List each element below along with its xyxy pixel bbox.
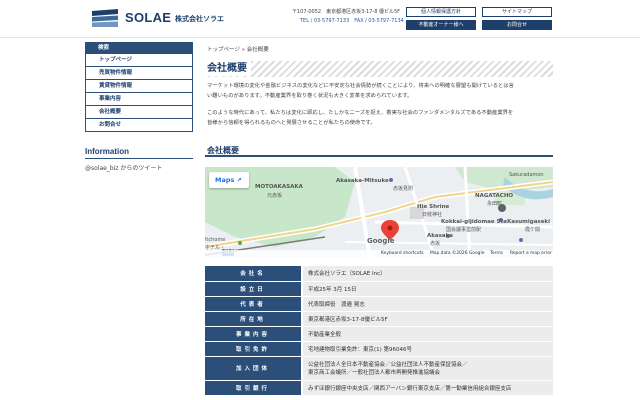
keyboard-shortcuts-link[interactable]: Keyboard shortcuts: [381, 250, 424, 258]
table-row: 代表者 代表取締役 渡邉 晃志: [205, 296, 553, 312]
open-in-maps-button[interactable]: Maps ↗: [209, 172, 249, 188]
twitter-feed-link[interactable]: @solae_biz からのツイート: [85, 163, 162, 172]
map-label-motoakasaka: MOTOAKASAKA: [255, 184, 303, 190]
sidebar-item-company[interactable]: 会社概要: [85, 106, 193, 119]
map-label-kasumigaseki-jp: 霞ケ関: [525, 227, 541, 233]
intro-paragraph-1-line-2: い難いものがあります。不動産業界を取り巻く状況も大きく変革を求められています。: [207, 92, 413, 99]
terms-link[interactable]: Terms: [490, 250, 503, 258]
privacy-policy-button[interactable]: 個人情報保護方針: [406, 7, 476, 17]
map-label-nagatacho: NAGATACHO: [475, 193, 514, 199]
row-key: 加入団体: [205, 356, 302, 381]
google-logo[interactable]: Google: [367, 237, 395, 245]
maps-button-label: Maps: [215, 176, 235, 184]
row-value: 不動産業全般: [301, 326, 553, 342]
sidebar-item-contact[interactable]: お問合せ: [85, 119, 193, 132]
map-label-hotel: ltchome: [205, 237, 226, 243]
table-row: 所在地 東京都港区赤坂3-17-8優ビル5F: [205, 311, 553, 327]
map-label-kokkai-jp: 国会議事堂前駅: [446, 227, 482, 233]
row-key: 設立日: [205, 281, 302, 297]
row-key: 事業内容: [205, 326, 302, 342]
station-icon-left[interactable]: [238, 241, 242, 245]
table-row: 取引銀行 みずほ銀行銀座中央支店／関西アーバン銀行東京支店／第一勧業信用組合銀座…: [205, 380, 553, 396]
map-label-akasaka-mitsuke-jp: 赤坂見附: [393, 186, 414, 192]
company-address: 〒107-0052 東京都港区赤坂3-17-8 優ビル5F: [292, 9, 401, 15]
page-title-bar: 会社概要: [205, 61, 553, 77]
breadcrumb[interactable]: トップページ » 会社概要: [207, 45, 269, 53]
row-key: 取引免許: [205, 341, 302, 357]
row-value: 代表取締役 渡邉 晃志: [301, 296, 553, 312]
owner-button[interactable]: 不動産オーナー様へ: [406, 20, 476, 30]
map-label-kokkai: Kokkai-gijidomae Sta.: [441, 219, 509, 225]
map-attribution-bar: Keyboard shortcuts Map data ©2026 Google…: [205, 250, 553, 258]
map-label-motoakasaka-jp: 元赤坂: [267, 193, 283, 199]
map-label-sakuradamon: Sakuradamon: [509, 172, 544, 178]
row-value: みずほ銀行銀座中央支店／関西アーバン銀行東京支店／第一勧業信用組合銀座支店: [301, 380, 553, 396]
sidebar-item-business[interactable]: 事業内容: [85, 93, 193, 106]
information-heading: Information: [85, 147, 129, 156]
map-label-nagatacho-jp: 永田町: [487, 201, 503, 207]
map-label-akasaka: Akasaka: [427, 233, 453, 239]
brand-name-jp[interactable]: 株式会社ソラエ: [175, 14, 224, 24]
section-divider: [205, 155, 553, 157]
row-key: 会社名: [205, 266, 302, 282]
brand-name[interactable]: SOLAE: [125, 10, 171, 25]
row-key: 所在地: [205, 311, 302, 327]
table-row: 設立日 平成25年 3月 15日: [205, 281, 553, 297]
row-key: 取引銀行: [205, 380, 302, 396]
map-label-akasaka-mitsuke: Akasaka-Mitsuke: [336, 178, 389, 184]
site-header: SOLAE 株式会社ソラエ 〒107-0052 東京都港区赤坂3-17-8 優ビ…: [0, 0, 640, 38]
map-label-hie-shrine-jp: 日枝神社: [422, 212, 443, 218]
row-value: 公益社団法人全日本不動産協会／公益社団法人不動産保証協会／ 東京商工会議所／一般…: [301, 356, 553, 381]
intro-paragraph-2-line-1: このような時代にあって、私たちは変化に即応し、たしかなニーズを捉え、着実な社会の…: [207, 110, 514, 116]
row-value: 宅地建物取引業免許：東京(1) 第96046号: [301, 341, 553, 357]
table-row: 会社名 株式会社ソラエ（SOLAE Inc）: [205, 266, 553, 282]
map-label-hie-shrine: Hie Shrine: [417, 204, 450, 210]
row-value: 株式会社ソラエ（SOLAE Inc）: [301, 266, 553, 282]
sitemap-button[interactable]: サイトマップ: [482, 7, 552, 17]
row-value: 東京都港区赤坂3-17-8優ビル5F: [301, 311, 553, 327]
sidebar-item-top[interactable]: トップページ: [85, 54, 193, 67]
intro-paragraph-1: マーケット環境の変化や金融ビジネスの変化などに不安定な社会情勢が続くことにより、…: [207, 82, 557, 101]
solae-logo-icon[interactable]: [92, 9, 118, 27]
intro-paragraph-2: このような時代にあって、私たちは変化に即応し、たしかなニーズを捉え、着実な社会の…: [207, 109, 557, 128]
row-key: 代表者: [205, 296, 302, 312]
intro-paragraph-1-line-1: マーケット環境の変化や金融ビジネスの変化などに不安定な社会情勢が続くことにより、…: [207, 83, 514, 89]
sidebar-item-rent[interactable]: 賃貸物件情報: [85, 80, 193, 93]
report-map-error-link[interactable]: Report a map error: [510, 250, 552, 258]
contact-button[interactable]: お問合せ: [482, 20, 552, 30]
table-row: 事業内容 不動産業全般: [205, 326, 553, 342]
sidebar-search-header[interactable]: 検索: [85, 42, 193, 54]
page-title: 会社概要: [205, 61, 251, 76]
map-label-kasumigaseki: Kasumigaseki: [507, 219, 550, 225]
sidebar-nav: 検索 トップページ 売買物件情報 賃貸物件情報 事業内容 会社概要 お問合せ: [85, 42, 193, 132]
phone-fax: TEL / 03-5797-7133 FAX / 03-5797-7134: [300, 18, 404, 24]
station-icon-kasumigaseki[interactable]: [519, 238, 523, 242]
table-row: 加入団体 公益社団法人全日本不動産協会／公益社団法人不動産保証協会／ 東京商工会…: [205, 356, 553, 381]
station-icon-akasaka-mitsuke[interactable]: [389, 178, 393, 182]
map-data-credit: Map data ©2026 Google: [430, 251, 485, 256]
row-value-line-1: 公益社団法人全日本不動産協会／公益社団法人不動産保証協会／: [308, 362, 468, 368]
row-value-line-2: 東京商工会議所／一般社団法人都市再開発推進協議会: [308, 370, 441, 376]
row-value: 平成25年 3月 15日: [301, 281, 553, 297]
external-link-icon: ↗: [236, 177, 242, 184]
table-row: 取引免許 宅地建物取引業免許：東京(1) 第96046号: [205, 341, 553, 357]
company-info-table: 会社名 株式会社ソラエ（SOLAE Inc） 設立日 平成25年 3月 15日 …: [205, 266, 553, 396]
map-label-akasaka-jp: 赤坂: [430, 241, 441, 247]
information-divider: [85, 158, 193, 159]
embedded-map[interactable]: Maps ↗ MOTOAKASAKA 元赤坂 Akasaka-Mitsuke 赤…: [205, 167, 553, 258]
sidebar-item-sale[interactable]: 売買物件情報: [85, 67, 193, 80]
intro-paragraph-2-line-2: 皆様から信頼を得られるものへと発展させることが私たちの使命です。: [207, 119, 376, 126]
